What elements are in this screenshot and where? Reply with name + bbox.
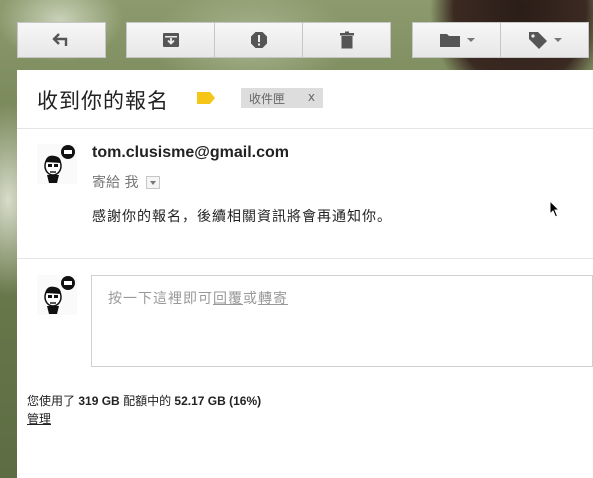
avatar-cartoon-icon xyxy=(37,275,77,315)
reply-link[interactable]: 回覆 xyxy=(213,291,243,307)
remove-label-button[interactable]: x xyxy=(308,90,315,104)
recipient-line: 寄給 我 xyxy=(92,172,161,192)
back-button[interactable] xyxy=(17,22,106,58)
label-tag-icon[interactable] xyxy=(197,92,215,104)
inbox-label-text: 收件匣 xyxy=(249,91,286,106)
message-body: 感謝你的報名，後續相關資訊將會再通知你。 xyxy=(92,209,392,225)
folder-icon xyxy=(439,34,460,47)
divider xyxy=(17,128,593,129)
reply-or-text: 或 xyxy=(243,291,258,307)
chevron-down-icon xyxy=(466,38,475,42)
message-subject: 收到你的報名 xyxy=(37,89,169,113)
quota-mid: 配額中的 xyxy=(123,394,172,408)
back-arrow-icon xyxy=(51,33,67,46)
message-panel: 收到你的報名 收件匣 x tom.clusisme@gmail.com 寄給 我… xyxy=(17,70,593,478)
reply-box[interactable]: 按一下這裡即可回覆或轉寄 xyxy=(91,275,593,367)
trash-icon xyxy=(339,31,354,49)
archive-icon xyxy=(162,33,179,47)
reply-prompt: 按一下這裡即可回覆或轉寄 xyxy=(108,288,288,308)
to-label: 寄給 我 xyxy=(92,175,139,191)
avatar-cartoon-icon xyxy=(37,144,77,184)
show-details-dropdown[interactable] xyxy=(146,175,161,189)
quota-lead: 您使用了 xyxy=(27,394,76,408)
mouse-cursor-icon xyxy=(549,200,561,218)
label-icon xyxy=(528,32,547,49)
quota-used: 319 GB xyxy=(78,394,120,408)
chevron-down-icon xyxy=(553,38,562,42)
storage-quota: 您使用了 319 GB 配額中的 52.17 GB (16%) xyxy=(27,392,261,409)
reply-prompt-prefix: 按一下這裡即可 xyxy=(108,291,213,307)
subject-row: 收到你的報名 xyxy=(37,86,169,114)
forward-link[interactable]: 轉寄 xyxy=(258,291,288,307)
quota-total: 52.17 GB (16%) xyxy=(174,394,262,408)
manage-storage-link[interactable]: 管理 xyxy=(27,410,51,427)
inbox-label-chip: 收件匣 x xyxy=(241,88,323,108)
delete-button[interactable] xyxy=(302,22,391,58)
alert-icon xyxy=(250,32,267,48)
labels-button[interactable] xyxy=(500,22,589,58)
my-avatar xyxy=(37,275,77,315)
sender-avatar[interactable] xyxy=(37,144,77,184)
move-to-button[interactable] xyxy=(412,22,501,58)
archive-button[interactable] xyxy=(126,22,215,58)
report-spam-button[interactable] xyxy=(214,22,303,58)
sender-email[interactable]: tom.clusisme@gmail.com xyxy=(92,144,289,162)
divider xyxy=(17,258,593,259)
